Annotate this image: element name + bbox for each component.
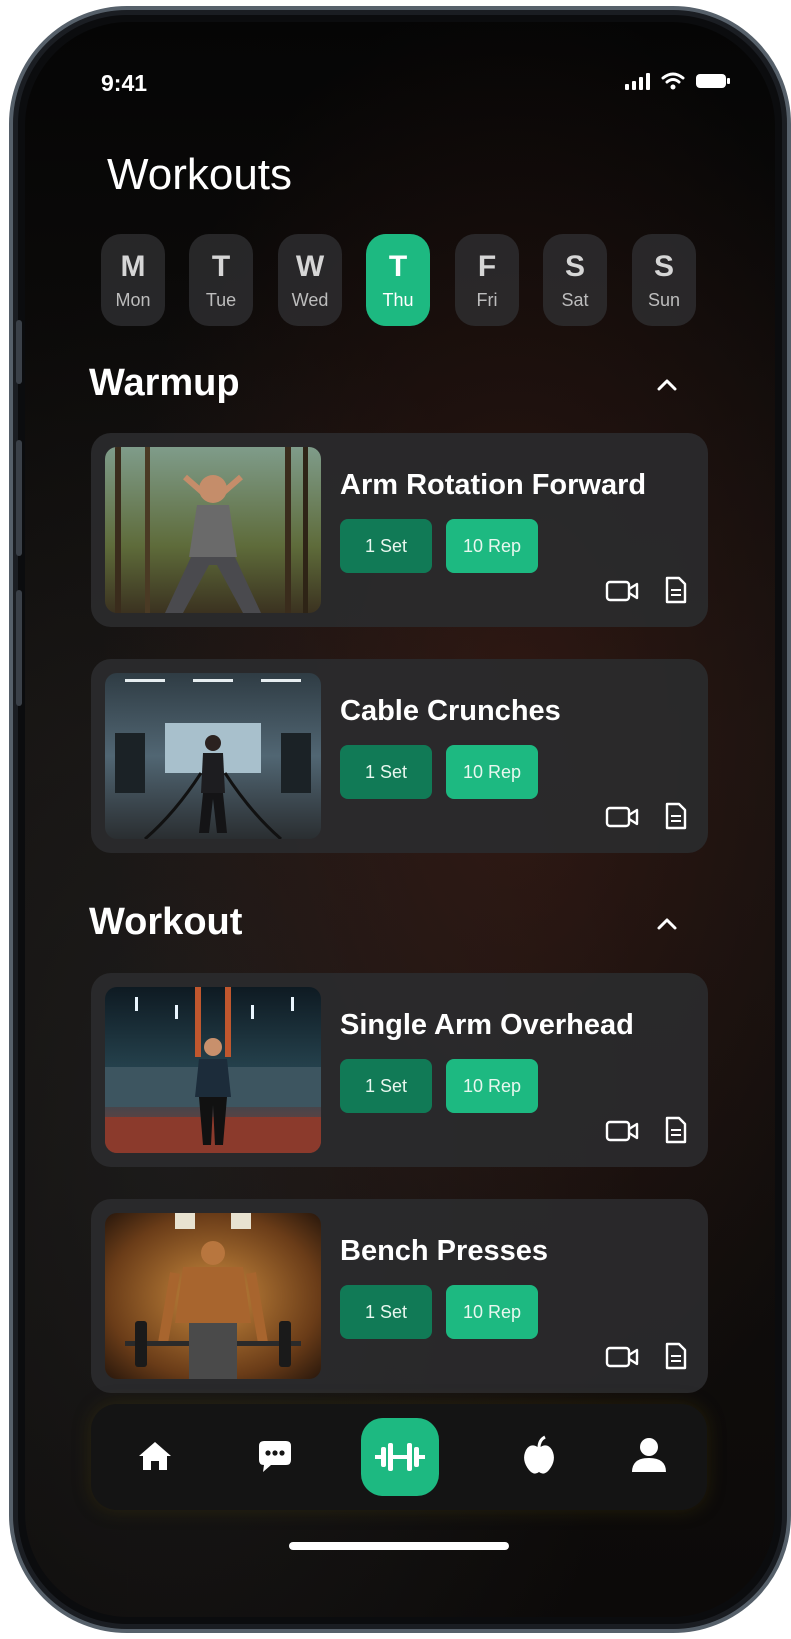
video-icon[interactable] <box>605 805 639 829</box>
day-name: Tue <box>205 290 237 310</box>
day-fri[interactable]: F Fri <box>455 234 519 326</box>
reps-badge: 10 Rep <box>446 519 538 573</box>
sets-badge: 1 Set <box>340 519 432 573</box>
exercise-card[interactable]: Cable Crunches 1 Set 10 Rep <box>91 659 708 853</box>
volume-up-button <box>16 440 22 556</box>
section-title-warmup: Warmup <box>89 362 240 404</box>
profile-icon[interactable] <box>619 1426 679 1486</box>
chat-icon[interactable] <box>245 1426 305 1486</box>
exercise-thumbnail <box>105 1213 321 1379</box>
day-letter: M <box>120 250 146 283</box>
reps-badge: 10 Rep <box>446 1059 538 1113</box>
day-sat[interactable]: S Sat <box>543 234 607 326</box>
exercise-name: Bench Presses <box>340 1235 548 1267</box>
day-name: Wed <box>291 290 329 310</box>
day-selector: M Mon T Tue W Wed T Thu F Fri S Sat S Su… <box>101 234 701 328</box>
volume-down-button <box>16 590 22 706</box>
status-icons <box>625 72 731 90</box>
phone-frame: 9:41 Workouts M Mon T Tue W Wed T Thu F … <box>9 6 791 1633</box>
bottom-nav <box>91 1404 707 1510</box>
day-tue[interactable]: T Tue <box>189 234 253 326</box>
exercise-thumbnail <box>105 987 321 1153</box>
section-title-workout: Workout <box>89 901 243 943</box>
wifi-icon <box>661 72 685 90</box>
day-letter: S <box>653 250 674 283</box>
home-icon[interactable] <box>125 1426 185 1486</box>
video-icon[interactable] <box>605 1345 639 1369</box>
sets-badge: 1 Set <box>340 1059 432 1113</box>
day-letter: W <box>295 250 325 283</box>
workouts-tab-active[interactable] <box>361 1418 439 1496</box>
day-letter: S <box>564 250 585 283</box>
sets-badge: 1 Set <box>340 1285 432 1339</box>
sets-badge: 1 Set <box>340 745 432 799</box>
exercise-name: Cable Crunches <box>340 695 561 727</box>
status-time: 9:41 <box>101 70 148 96</box>
day-letter: T <box>211 250 231 283</box>
home-indicator[interactable] <box>289 1542 509 1550</box>
video-icon[interactable] <box>605 579 639 603</box>
chevron-up-icon[interactable] <box>654 372 680 398</box>
app-screen: 9:41 Workouts M Mon T Tue W Wed T Thu F … <box>25 22 775 1617</box>
exercise-card[interactable]: Bench Presses 1 Set 10 Rep <box>91 1199 708 1393</box>
day-thu[interactable]: T Thu <box>366 234 430 326</box>
chevron-up-icon[interactable] <box>654 911 680 937</box>
mute-switch <box>16 320 22 384</box>
day-name: Mon <box>115 290 151 310</box>
exercise-thumbnail <box>105 447 321 613</box>
exercise-name: Single Arm Overhead <box>340 1009 634 1041</box>
exercise-card[interactable]: Single Arm Overhead 1 Set 10 Rep <box>91 973 708 1167</box>
day-mon[interactable]: M Mon <box>101 234 165 326</box>
day-letter: T <box>388 250 408 283</box>
day-name: Thu <box>382 290 414 310</box>
day-name: Sun <box>647 290 681 310</box>
exercise-card[interactable]: Arm Rotation Forward 1 Set 10 Rep <box>91 433 708 627</box>
day-sun[interactable]: S Sun <box>632 234 696 326</box>
day-wed[interactable]: W Wed <box>278 234 342 326</box>
document-icon[interactable] <box>665 802 687 830</box>
day-letter: F <box>477 250 497 283</box>
page-title: Workouts <box>107 150 293 199</box>
exercise-thumbnail <box>105 673 321 839</box>
signal-icon <box>625 73 650 90</box>
apple-icon[interactable] <box>509 1426 569 1486</box>
exercise-name: Arm Rotation Forward <box>340 469 647 501</box>
reps-badge: 10 Rep <box>446 1285 538 1339</box>
day-name: Sat <box>561 290 589 310</box>
day-name: Fri <box>476 290 498 310</box>
reps-badge: 10 Rep <box>446 745 538 799</box>
document-icon[interactable] <box>665 1116 687 1144</box>
dumbbell-icon <box>375 1443 425 1471</box>
video-icon[interactable] <box>605 1119 639 1143</box>
battery-icon <box>696 74 730 88</box>
document-icon[interactable] <box>665 1342 687 1370</box>
document-icon[interactable] <box>665 576 687 604</box>
